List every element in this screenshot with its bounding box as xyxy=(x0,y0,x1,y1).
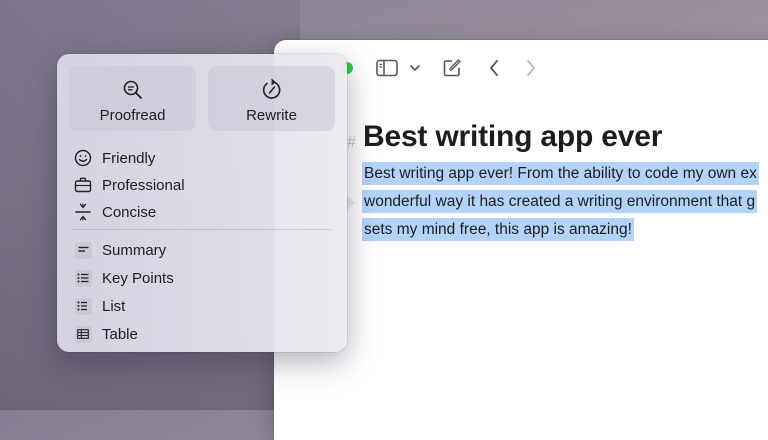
selected-text[interactable]: wonderful way it has created a writing e… xyxy=(362,190,758,213)
sidebar-icon[interactable] xyxy=(376,57,398,79)
proofread-icon xyxy=(122,79,144,101)
briefcase-icon xyxy=(73,175,93,195)
menu-item-list[interactable]: List xyxy=(73,294,125,318)
body-line[interactable]: Best writing app ever! From the ability … xyxy=(362,160,768,188)
menu-item-label: Concise xyxy=(102,203,157,221)
rewrite-icon xyxy=(261,79,283,101)
table-icon xyxy=(73,324,93,344)
body-line[interactable]: sets my mind free, this app is amazing! xyxy=(362,216,768,244)
menu-item-label: Table xyxy=(102,325,138,343)
back-icon[interactable] xyxy=(483,57,505,79)
proofread-button[interactable]: Proofread xyxy=(69,66,196,131)
compose-icon[interactable] xyxy=(441,57,463,79)
document-title[interactable]: Best writing app ever xyxy=(363,120,662,154)
menu-item-label: List xyxy=(102,297,126,315)
menu-item-concise[interactable]: Concise xyxy=(73,200,156,224)
selected-text[interactable]: sets my mind free, this app is amazing! xyxy=(362,218,634,241)
heading-marker: # xyxy=(347,134,356,151)
list-icon xyxy=(73,296,93,316)
rewrite-label: Rewrite xyxy=(246,107,297,124)
menu-item-label: Friendly xyxy=(102,149,156,167)
menu-item-friendly[interactable]: Friendly xyxy=(73,146,155,170)
smiley-icon xyxy=(73,148,93,168)
menu-item-table[interactable]: Table xyxy=(73,322,138,346)
menu-item-label: Key Points xyxy=(102,269,174,287)
concise-icon xyxy=(73,202,93,222)
writing-tools-popover: Proofread Rewrite Friendly Professional … xyxy=(57,54,347,352)
document-body[interactable]: Best writing app ever! From the ability … xyxy=(362,160,768,244)
summary-icon xyxy=(73,240,93,260)
key-points-icon xyxy=(73,268,93,288)
body-line[interactable]: wonderful way it has created a writing e… xyxy=(362,188,768,216)
menu-item-professional[interactable]: Professional xyxy=(73,173,185,197)
menu-item-key-points[interactable]: Key Points xyxy=(73,266,174,290)
menu-item-label: Professional xyxy=(102,176,185,194)
rewrite-button[interactable]: Rewrite xyxy=(208,66,335,131)
menu-item-summary[interactable]: Summary xyxy=(73,238,166,262)
menu-item-label: Summary xyxy=(102,241,167,259)
editor-window: # Best writing app ever Best writing app… xyxy=(274,40,768,440)
menu-divider xyxy=(73,229,331,230)
forward-icon[interactable] xyxy=(520,57,542,79)
proofread-label: Proofread xyxy=(99,107,166,124)
chevron-down-icon[interactable] xyxy=(405,57,425,79)
selected-text[interactable]: Best writing app ever! From the ability … xyxy=(362,162,759,185)
